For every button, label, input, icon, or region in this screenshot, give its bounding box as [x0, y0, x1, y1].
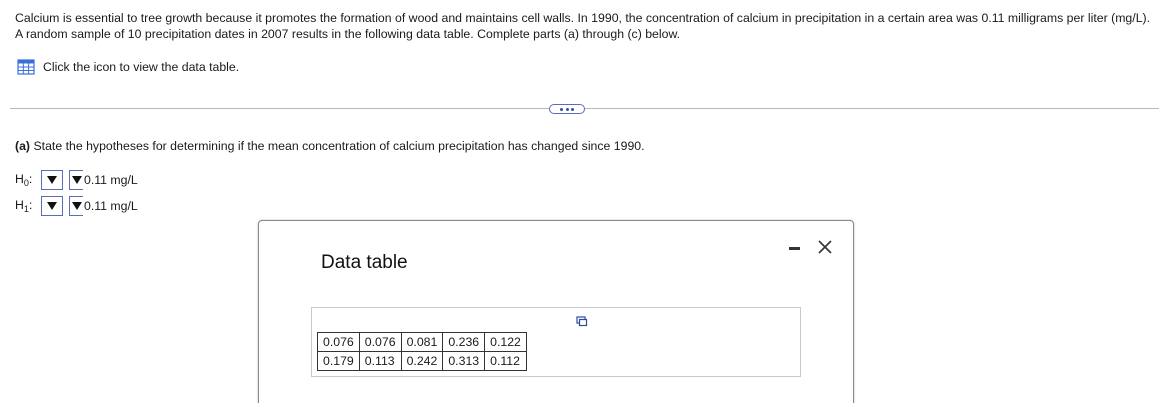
- h0-value: 0.11 mg/L: [84, 173, 138, 187]
- dropdown-arrow-icon: [47, 202, 57, 210]
- dropdown-arrow-icon: [47, 176, 57, 184]
- dropdown-arrow-icon: [72, 176, 82, 184]
- part-a-text: State the hypotheses for determining if …: [30, 139, 645, 153]
- data-table-dialog: Data table 0.076 0.076 0.081 0.236 0.122 0.17…: [258, 220, 854, 403]
- data-table-container: 0.076 0.076 0.081 0.236 0.122 0.179 0.113 0.242…: [311, 307, 801, 377]
- ellipsis-dot-icon: [571, 107, 575, 111]
- dialog-title: Data table: [321, 252, 408, 273]
- copy-icon[interactable]: [576, 316, 588, 328]
- ellipsis-dot-icon: [565, 107, 569, 111]
- view-data-table-link[interactable]: Click the icon to view the data table.: [17, 59, 239, 75]
- part-a-marker: (a): [15, 139, 31, 153]
- table-cell: 0.112: [484, 351, 527, 371]
- h1-parameter-dropdown[interactable]: [41, 196, 63, 216]
- table-cell: 0.242: [400, 351, 444, 371]
- h0-label: H0:: [15, 172, 33, 188]
- null-hypothesis-row: H0: 0.11 mg/L: [15, 170, 138, 190]
- h1-operator-dropdown[interactable]: [69, 196, 83, 216]
- expand-more-button[interactable]: [549, 104, 585, 114]
- ellipsis-dot-icon: [559, 107, 563, 111]
- h1-value: 0.11 mg/L: [84, 199, 138, 213]
- alt-hypothesis-row: H1: 0.11 mg/L: [15, 196, 138, 216]
- page: Calcium is essential to tree growth beca…: [0, 0, 1167, 403]
- table-cell: 0.113: [358, 351, 402, 371]
- minimize-icon: [789, 247, 800, 250]
- close-icon: [818, 240, 832, 254]
- h0-operator-dropdown[interactable]: [69, 170, 83, 190]
- table-cell: 0.122: [484, 332, 527, 352]
- grid-table-icon[interactable]: [17, 59, 35, 75]
- table-cell: 0.076: [317, 332, 360, 352]
- part-a-question: (a) State the hypotheses for determining…: [15, 139, 645, 153]
- table-cell: 0.236: [442, 332, 486, 352]
- table-cell: 0.313: [442, 351, 486, 371]
- table-row: 0.076 0.076 0.081 0.236 0.122: [317, 332, 527, 352]
- minimize-button[interactable]: [787, 247, 803, 250]
- h0-parameter-dropdown[interactable]: [41, 170, 63, 190]
- view-data-table-label[interactable]: Click the icon to view the data table.: [43, 60, 239, 74]
- data-table: 0.076 0.076 0.081 0.236 0.122 0.179 0.113 0.242…: [317, 332, 527, 371]
- problem-statement: Calcium is essential to tree growth beca…: [15, 11, 1151, 41]
- table-cell: 0.081: [400, 332, 444, 352]
- dropdown-arrow-icon: [72, 202, 82, 210]
- h1-label: H1:: [15, 198, 33, 214]
- table-cell: 0.179: [317, 351, 360, 371]
- table-row: 0.179 0.113 0.242 0.313 0.112: [317, 351, 527, 371]
- close-button[interactable]: [817, 239, 833, 255]
- table-cell: 0.076: [358, 332, 402, 352]
